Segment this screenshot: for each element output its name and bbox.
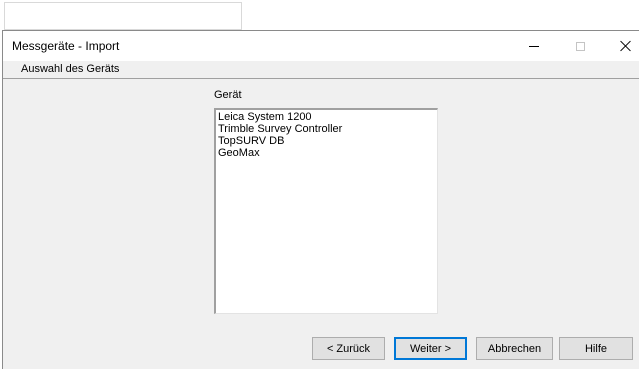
back-button[interactable]: < Zurück <box>312 337 385 360</box>
title-bar[interactable]: Messgeräte - Import <box>3 31 639 61</box>
close-icon <box>620 40 632 52</box>
window-title: Messgeräte - Import <box>12 39 120 53</box>
background-input-box <box>4 2 242 30</box>
wizard-step-header: Auswahl des Geräts <box>3 61 639 79</box>
wizard-step-label: Auswahl des Geräts <box>21 63 120 75</box>
list-item-topsurv[interactable]: TopSURV DB <box>218 135 435 147</box>
maximize-icon <box>575 41 585 51</box>
device-listbox[interactable]: Leica System 1200 Trimble Survey Control… <box>214 108 438 314</box>
device-list-label: Gerät <box>214 89 242 101</box>
maximize-button[interactable] <box>557 31 603 61</box>
next-button[interactable]: Weiter > <box>394 337 467 360</box>
list-item-trimble[interactable]: Trimble Survey Controller <box>218 123 435 135</box>
import-dialog: Messgeräte - Import Auswahl des Geräts G… <box>2 30 639 369</box>
help-button[interactable]: Hilfe <box>559 337 633 360</box>
list-item-geomax[interactable]: GeoMax <box>218 147 435 159</box>
close-button[interactable] <box>603 31 639 61</box>
cancel-button[interactable]: Abbrechen <box>476 337 553 360</box>
minimize-icon <box>529 45 539 47</box>
minimize-button[interactable] <box>511 31 557 61</box>
list-item-leica[interactable]: Leica System 1200 <box>218 111 435 123</box>
